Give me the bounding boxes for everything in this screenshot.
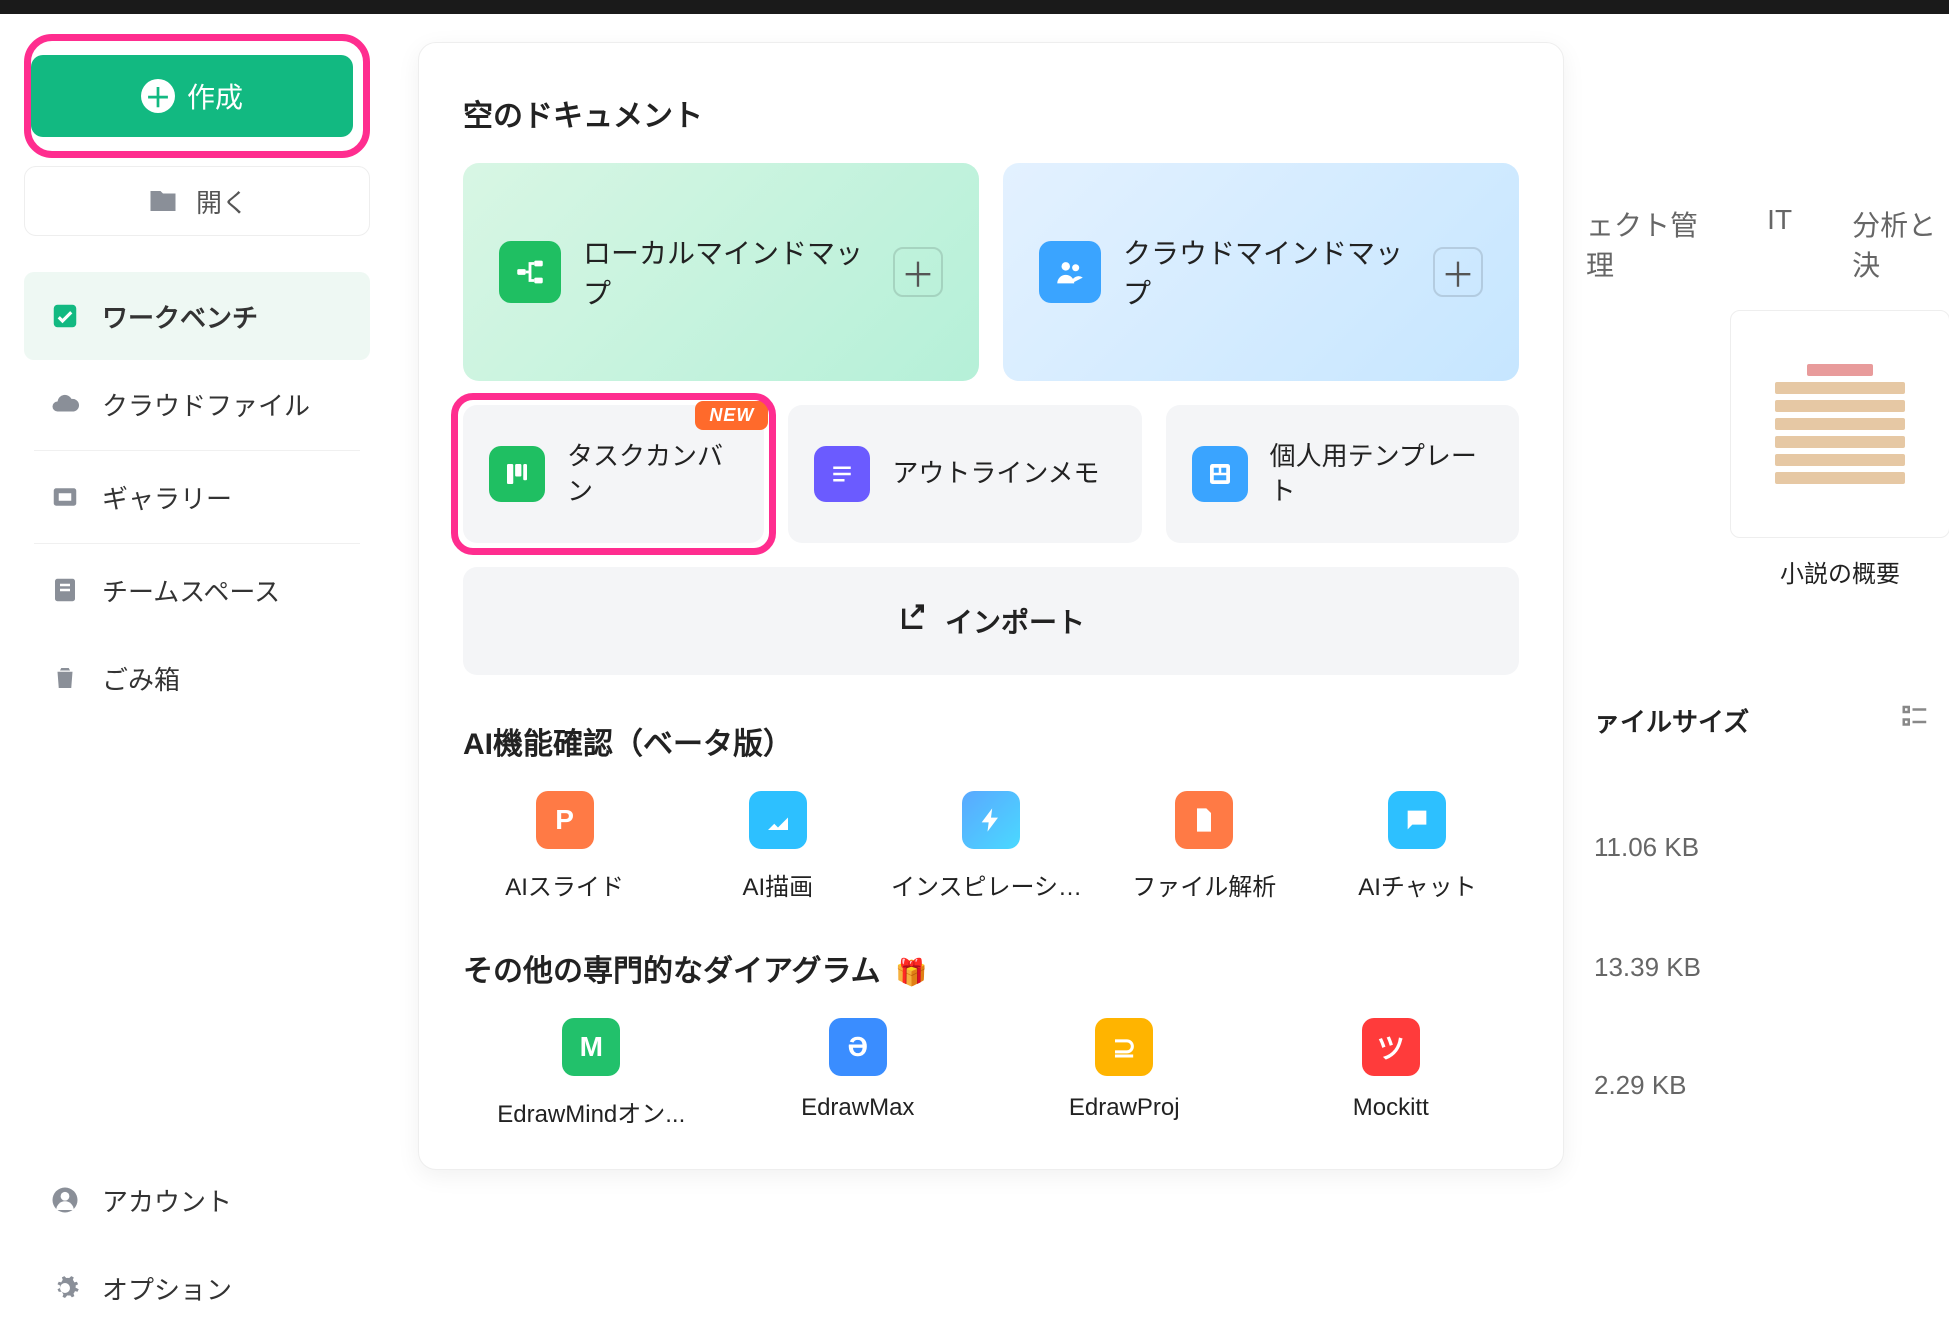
create-button[interactable]: ＋ 作成 — [31, 55, 353, 137]
sidebar-item-label: オプション — [102, 1270, 232, 1307]
create-panel: 空のドキュメント ローカルマインドマップ ＋ クラウドマインドマップ ＋ タスク… — [418, 42, 1564, 1170]
right-pane: ェクト管理 IT 分析と決 小説の概要 ァイルサイズ 11.06 KB 13.3… — [1580, 14, 1949, 1342]
edrawmax-item[interactable]: Ə EdrawMax — [730, 1018, 987, 1129]
edrawmind-online-item[interactable]: M EdrawMindオン... — [463, 1018, 720, 1129]
gallery-icon — [48, 480, 82, 514]
new-badge: NEW — [695, 401, 768, 430]
ai-label: インスピレーション... — [891, 867, 1091, 902]
ai-inspiration-icon — [962, 791, 1020, 849]
cloud-mindmap-tile[interactable]: クラウドマインドマップ ＋ — [1003, 163, 1519, 381]
nav-separator — [34, 450, 360, 451]
template-card[interactable]: 小説の概要 — [1730, 310, 1949, 589]
mindmap-icon — [499, 241, 561, 303]
ai-paint-item[interactable]: AI描画 — [676, 791, 879, 902]
open-button[interactable]: 開く — [24, 166, 370, 236]
nav-separator — [34, 543, 360, 544]
task-kanban-tile[interactable]: タスクカンバン NEW — [463, 405, 764, 543]
plus-circle-icon: ＋ — [141, 79, 175, 113]
sidebar-item-options[interactable]: オプション — [24, 1244, 370, 1332]
plus-icon: ＋ — [1433, 247, 1483, 297]
tab-it[interactable]: IT — [1767, 204, 1792, 284]
template-icon — [1192, 446, 1248, 502]
diag-label: Mockitt — [1353, 1094, 1429, 1122]
template-name: 小説の概要 — [1730, 554, 1949, 589]
edrawproj-item[interactable]: ⊇ EdrawProj — [996, 1018, 1253, 1129]
sidebar-item-label: クラウドファイル — [102, 386, 310, 423]
mockitt-item[interactable]: ツ Mockitt — [1263, 1018, 1520, 1129]
ai-inspiration-item[interactable]: インスピレーション... — [889, 791, 1092, 902]
sidebar-item-gallery[interactable]: ギャラリー — [24, 453, 370, 541]
ai-label: AIスライド — [505, 867, 624, 902]
gift-icon: 🎁 — [895, 957, 927, 987]
ai-label: AIチャット — [1358, 867, 1476, 902]
ai-chat-item[interactable]: AIチャット — [1316, 791, 1519, 902]
list-view-icon[interactable] — [1900, 702, 1930, 737]
ai-slide-icon: P — [536, 791, 594, 849]
local-mindmap-tile[interactable]: ローカルマインドマップ ＋ — [463, 163, 979, 381]
edrawproj-icon: ⊇ — [1095, 1018, 1153, 1076]
sidebar-item-trash[interactable]: ごみ箱 — [24, 634, 370, 722]
folder-icon — [146, 184, 180, 218]
trash-icon — [48, 661, 82, 695]
ai-file-item[interactable]: ファイル解析 — [1103, 791, 1306, 902]
open-label: 開く — [196, 183, 248, 220]
edrawmax-icon: Ə — [829, 1018, 887, 1076]
import-icon — [897, 602, 929, 641]
user-icon — [48, 1183, 82, 1217]
sidebar-item-account[interactable]: アカウント — [24, 1156, 370, 1244]
ai-file-icon — [1175, 791, 1233, 849]
workbench-icon — [48, 299, 82, 333]
outline-icon — [814, 446, 870, 502]
diagram-section-title: その他の専門的なダイアグラム 🎁 — [463, 946, 1519, 990]
filesize-value: 13.39 KB — [1594, 952, 1701, 983]
tile-label: アウトラインメモ — [892, 456, 1099, 491]
sidebar-item-label: チームスペース — [102, 572, 280, 609]
tile-label: タスクカンバン — [567, 439, 738, 509]
outline-memo-tile[interactable]: アウトラインメモ — [788, 405, 1141, 543]
ai-label: ファイル解析 — [1132, 867, 1276, 902]
personal-template-tile[interactable]: 個人用テンプレート — [1166, 405, 1519, 543]
team-icon — [48, 573, 82, 607]
mockitt-icon: ツ — [1362, 1018, 1420, 1076]
plus-icon: ＋ — [893, 247, 943, 297]
empty-doc-title: 空のドキュメント — [463, 91, 1519, 135]
create-highlight: ＋ 作成 — [24, 34, 370, 158]
template-thumbnail — [1730, 310, 1949, 538]
cloud-users-icon — [1039, 241, 1101, 303]
ai-section-title: AI機能確認（ベータ版） — [463, 719, 1519, 763]
edrawmind-icon: M — [562, 1018, 620, 1076]
tile-label: 個人用テンプレート — [1270, 439, 1493, 509]
diag-label: EdrawMindオン... — [497, 1094, 685, 1129]
filesize-value: 11.06 KB — [1594, 832, 1699, 863]
tab-analysis[interactable]: 分析と決 — [1852, 204, 1949, 284]
ai-chat-icon — [1388, 791, 1446, 849]
import-button[interactable]: インポート — [463, 567, 1519, 675]
sidebar-item-label: ギャラリー — [102, 479, 232, 516]
sidebar-item-workbench[interactable]: ワークベンチ — [24, 272, 370, 360]
tab-project[interactable]: ェクト管理 — [1586, 204, 1707, 284]
tile-label: ローカルマインドマップ — [583, 232, 871, 312]
diag-label: EdrawProj — [1069, 1094, 1180, 1122]
create-label: 作成 — [187, 76, 243, 116]
sidebar-item-cloudfiles[interactable]: クラウドファイル — [24, 360, 370, 448]
sidebar: ＋ 作成 開く ワークベンチ クラウドファイル ギャラリー チームスペース — [0, 14, 390, 1342]
sidebar-item-label: アカウント — [102, 1182, 232, 1219]
gear-icon — [48, 1271, 82, 1305]
diagram-title-text: その他の専門的なダイアグラム — [463, 955, 881, 988]
category-tabs: ェクト管理 IT 分析と決 — [1580, 204, 1949, 284]
ai-label: AI描画 — [742, 867, 813, 902]
cloud-icon — [48, 387, 82, 421]
kanban-icon — [489, 446, 545, 502]
tile-label: クラウドマインドマップ — [1123, 232, 1411, 312]
ai-paint-icon — [749, 791, 807, 849]
sidebar-item-label: ごみ箱 — [102, 660, 180, 697]
titlebar — [0, 0, 1949, 14]
sidebar-item-teamspace[interactable]: チームスペース — [24, 546, 370, 634]
diag-label: EdrawMax — [801, 1094, 914, 1122]
ai-slide-item[interactable]: P AIスライド — [463, 791, 666, 902]
filesize-value: 2.29 KB — [1594, 1070, 1687, 1101]
import-label: インポート — [945, 601, 1085, 641]
sidebar-item-label: ワークベンチ — [102, 298, 258, 335]
filesize-header: ァイルサイズ — [1594, 702, 1749, 739]
